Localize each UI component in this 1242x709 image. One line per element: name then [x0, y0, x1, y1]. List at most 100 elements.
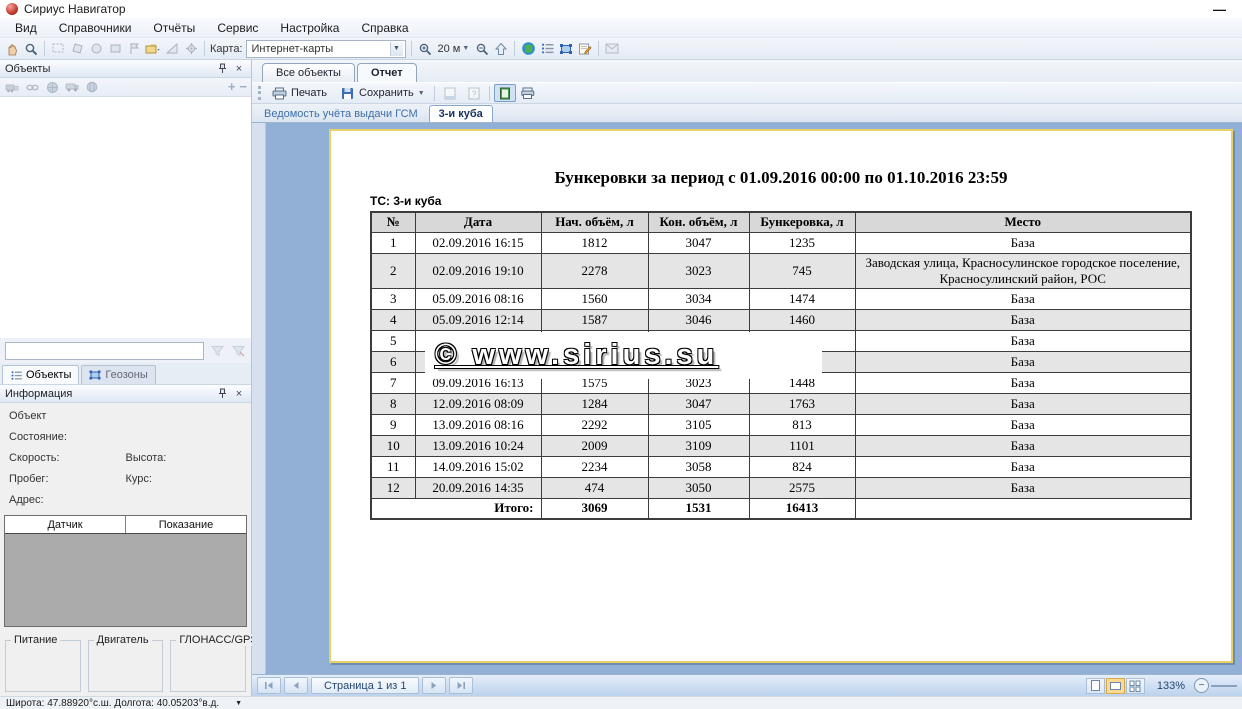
menu-help[interactable]: Справка	[350, 19, 419, 37]
info-body: Объект Состояние: Скорость: Высота: Проб…	[0, 403, 251, 513]
report-table-total-row: Итого: 3069 1531 16413	[371, 498, 1191, 519]
map-select[interactable]: Интернет-карты ▼	[246, 40, 406, 58]
prev-page-button[interactable]	[284, 677, 308, 694]
toolbar-separator	[434, 86, 435, 101]
report-table-cell: 05.09.2016 08:16	[415, 288, 541, 309]
objects-list[interactable]	[0, 97, 251, 338]
report-table-row: 102.09.2016 16:15181230471235База	[371, 232, 1191, 253]
first-page-button[interactable]	[257, 677, 281, 694]
left-panel-tabstrip: Объекты Геозоны	[0, 363, 251, 385]
menu-service[interactable]: Сервис	[206, 19, 269, 37]
last-page-button[interactable]	[449, 677, 473, 694]
subtab-cuba-label: 3-и куба	[439, 108, 483, 120]
multi-page-view-button[interactable]	[1126, 678, 1145, 694]
report-table-cell: 3105	[648, 414, 749, 435]
report-table-cell: 474	[541, 477, 648, 498]
print-layout-icon[interactable]	[518, 84, 540, 102]
tab-geozones[interactable]: Геозоны	[81, 365, 155, 384]
menu-reports[interactable]: Отчёты	[142, 19, 206, 37]
tab-all-objects-label: Все объекты	[276, 67, 341, 79]
report-table-cell: 2278	[541, 253, 648, 288]
total-start-volume: 3069	[541, 498, 648, 519]
geozone-rect-icon[interactable]	[558, 41, 574, 57]
report-table-cell: 05.09.2016 12:14	[415, 309, 541, 330]
menu-settings[interactable]: Настройка	[269, 19, 350, 37]
sensor-col-header[interactable]: Датчик	[5, 516, 126, 533]
report-table-cell: 3023	[648, 253, 749, 288]
tab-report-label: Отчет	[371, 67, 403, 79]
menu-directories[interactable]: Справочники	[48, 19, 143, 37]
zoom-scale-dropdown[interactable]: 20 м ▼	[436, 43, 472, 55]
report-table-cell: 3047	[648, 232, 749, 253]
zoom-in-icon[interactable]	[417, 41, 433, 57]
tab-all-objects[interactable]: Все объекты	[262, 63, 355, 82]
report-table-cell: 02.09.2016 16:15	[415, 232, 541, 253]
flag-icon	[126, 41, 142, 57]
zoom-out-button[interactable]: −	[1194, 678, 1209, 693]
pin-icon[interactable]	[215, 387, 229, 401]
print-button[interactable]: Печать	[266, 83, 332, 103]
report-table-cell: 14.09.2016 15:02	[415, 456, 541, 477]
tab-objects[interactable]: Объекты	[2, 365, 79, 384]
fit-width-view-button[interactable]	[1106, 678, 1125, 694]
subtab-cuba-report[interactable]: 3-и куба	[429, 105, 493, 122]
zoom-slider[interactable]	[1211, 685, 1237, 687]
report-table-cell: База	[855, 288, 1191, 309]
report-table-cell: 1284	[541, 393, 648, 414]
report-table-cell: 3050	[648, 477, 749, 498]
col-header-number: №	[371, 212, 415, 232]
left-panel: Объекты × + −	[0, 60, 252, 696]
next-page-button[interactable]	[422, 677, 446, 694]
viewer-left-strip	[252, 123, 266, 674]
edit-notepad-icon[interactable]	[577, 41, 593, 57]
subtab-gsm-report[interactable]: Ведомость учёта выдачи ГСМ	[255, 105, 427, 122]
pan-hand-icon[interactable]	[4, 41, 20, 57]
col-header-place: Место	[855, 212, 1191, 232]
globe-icon[interactable]	[520, 41, 536, 57]
pin-icon[interactable]	[215, 62, 229, 76]
remove-object-icon[interactable]: −	[239, 82, 247, 92]
app-icon	[6, 3, 18, 15]
report-table-cell: 3	[371, 288, 415, 309]
preview-mode-icon[interactable]	[494, 84, 516, 102]
add-object-icon[interactable]: +	[228, 82, 236, 92]
report-table-header-row: № Дата Нач. объём, л Кон. объём, л Бунке…	[371, 212, 1191, 232]
help-page-icon: ?	[463, 84, 485, 102]
report-table-row: 305.09.2016 08:16156030341474База	[371, 288, 1191, 309]
status-dropdown-icon[interactable]: ▼	[235, 700, 242, 707]
chevron-down-icon[interactable]: ▼	[390, 42, 403, 56]
report-table-cell: 2	[371, 253, 415, 288]
minimize-button[interactable]: —	[1213, 2, 1226, 17]
zoom-out-icon[interactable]	[474, 41, 490, 57]
filter-input[interactable]	[5, 342, 204, 360]
report-table-cell: 1	[371, 232, 415, 253]
info-panel-header: Информация ×	[0, 385, 251, 403]
report-table-cell: 3034	[648, 288, 749, 309]
report-table-cell: 7	[371, 372, 415, 393]
close-icon[interactable]: ×	[232, 62, 246, 76]
link-icon	[24, 79, 40, 95]
total-end-volume: 1531	[648, 498, 749, 519]
menu-view[interactable]: Вид	[4, 19, 48, 37]
objects-list-icon[interactable]	[539, 41, 555, 57]
total-label: Итого:	[371, 498, 541, 519]
reading-col-header[interactable]: Показание	[126, 516, 246, 533]
save-dropdown-icon[interactable]: ▼	[418, 90, 425, 97]
select-area-icon	[50, 41, 66, 57]
status-groups: Питание Двигатель ГЛОНАСС/GPS	[0, 631, 251, 696]
close-icon[interactable]: ×	[232, 387, 246, 401]
report-table-cell: 20.09.2016 14:35	[415, 477, 541, 498]
report-table-row: 1220.09.2016 14:3547430502575База	[371, 477, 1191, 498]
single-page-view-button[interactable]	[1086, 678, 1105, 694]
col-header-end-volume: Кон. объём, л	[648, 212, 749, 232]
save-button[interactable]: Сохранить ▼	[334, 83, 430, 103]
home-arrow-icon[interactable]	[493, 41, 509, 57]
search-icon[interactable]	[23, 41, 39, 57]
report-table-cell: 11	[371, 456, 415, 477]
report-table-cell: 1587	[541, 309, 648, 330]
tab-report[interactable]: Отчет	[357, 63, 417, 82]
folder-dropdown-icon[interactable]	[145, 41, 161, 57]
globe-list-icon	[44, 79, 60, 95]
report-table-cell: 3058	[648, 456, 749, 477]
report-table-cell: 3046	[648, 309, 749, 330]
